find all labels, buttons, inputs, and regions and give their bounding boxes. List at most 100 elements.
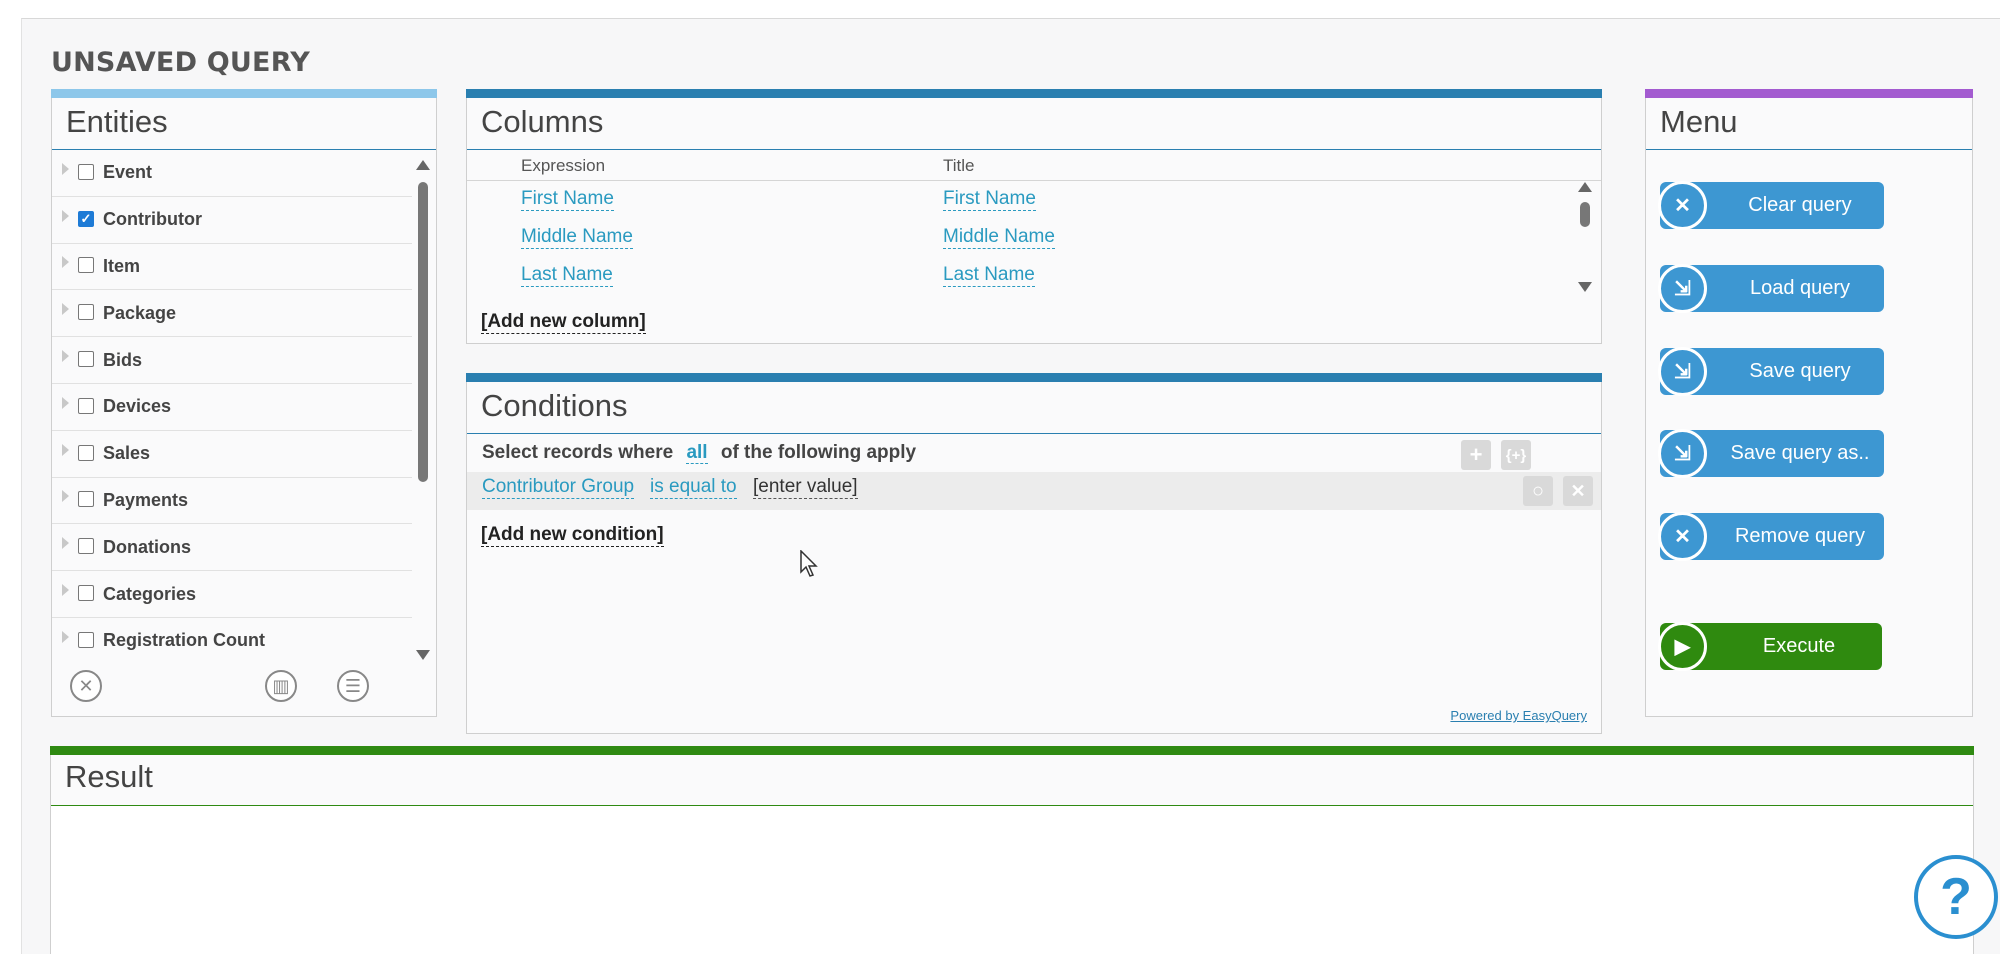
- add-columns-icon[interactable]: ▥: [265, 670, 297, 702]
- add-column-link[interactable]: [Add new column]: [481, 311, 646, 334]
- entity-item-bids[interactable]: Bids: [52, 337, 412, 384]
- entity-item-donations[interactable]: Donations: [52, 524, 412, 572]
- menu-panel: Menu ✕ Clear query ⇲ Load query ⇲ Save q…: [1645, 89, 1973, 717]
- delete-condition-icon[interactable]: ✕: [1563, 476, 1593, 506]
- entity-label: Payments: [103, 489, 189, 510]
- scroll-down-icon[interactable]: [416, 650, 430, 660]
- menu-title: Menu: [1660, 104, 1738, 139]
- entity-checkbox-checked[interactable]: ✓: [78, 210, 94, 227]
- condition-value[interactable]: [enter value]: [753, 476, 858, 499]
- scrollbar-thumb[interactable]: [1580, 202, 1590, 227]
- entity-label: Bids: [103, 349, 143, 370]
- entity-checkbox[interactable]: [78, 397, 94, 414]
- entity-checkbox[interactable]: [78, 631, 94, 648]
- columns-accent-bar: [466, 89, 1602, 98]
- condition-operator[interactable]: is equal to: [650, 476, 737, 499]
- expand-triangle-icon[interactable]: [62, 584, 69, 597]
- conditions-link-all[interactable]: all: [686, 442, 708, 464]
- expand-triangle-icon[interactable]: [62, 630, 69, 643]
- save-icon: ⇲: [1658, 347, 1707, 396]
- entity-checkbox[interactable]: [78, 585, 94, 602]
- entity-item-item[interactable]: Item: [52, 244, 412, 291]
- entity-checkbox[interactable]: [78, 257, 94, 274]
- column-title[interactable]: Last Name: [943, 264, 1035, 287]
- toggle-condition-icon[interactable]: ○: [1523, 476, 1553, 506]
- save-query-button[interactable]: ⇲ Save query: [1658, 347, 1884, 396]
- scrollbar-thumb[interactable]: [418, 182, 428, 482]
- columns-header: Expression Title: [467, 153, 1601, 181]
- entities-accent-bar: [51, 89, 437, 98]
- save-query-as-button[interactable]: ⇲ Save query as..: [1658, 429, 1884, 478]
- entity-checkbox[interactable]: [78, 304, 94, 321]
- scroll-down-icon[interactable]: [1578, 282, 1592, 292]
- columns-divider: [467, 149, 1601, 150]
- entity-item-devices[interactable]: Devices: [52, 384, 412, 431]
- expand-triangle-icon[interactable]: [62, 162, 69, 175]
- expand-triangle-icon[interactable]: [62, 350, 69, 363]
- help-button[interactable]: ?: [1914, 855, 1998, 939]
- entities-panel: Entities Event ✓ Contributor Item Packag…: [51, 89, 437, 717]
- expand-triangle-icon[interactable]: [62, 490, 69, 503]
- entity-label: Event: [103, 162, 153, 183]
- column-row: First Name First Name: [467, 182, 1571, 218]
- entities-title: Entities: [66, 104, 168, 139]
- button-label: Save query: [1749, 360, 1851, 382]
- entity-label: Donations: [103, 536, 191, 557]
- column-row: Middle Name Middle Name: [467, 220, 1571, 256]
- execute-button[interactable]: ▶ Execute: [1658, 622, 1882, 671]
- expand-triangle-icon[interactable]: [62, 303, 69, 316]
- button-label: Execute: [1762, 635, 1836, 657]
- expand-triangle-icon[interactable]: [62, 443, 69, 456]
- save-as-icon: ⇲: [1658, 429, 1707, 478]
- clear-query-button[interactable]: ✕ Clear query: [1658, 181, 1884, 230]
- entity-item-package[interactable]: Package: [52, 290, 412, 338]
- entity-item-contributor[interactable]: ✓ Contributor: [52, 197, 412, 244]
- column-expression[interactable]: Last Name: [521, 264, 613, 287]
- help-icon: ?: [1940, 868, 1972, 926]
- entity-checkbox[interactable]: [78, 163, 94, 180]
- column-expression[interactable]: First Name: [521, 188, 614, 211]
- entities-scrollbar[interactable]: [414, 160, 432, 660]
- expand-triangle-icon[interactable]: [62, 537, 69, 550]
- entity-checkbox[interactable]: [78, 538, 94, 555]
- entity-checkbox[interactable]: [78, 351, 94, 368]
- add-condition-link[interactable]: [Add new condition]: [481, 524, 664, 547]
- clear-selection-icon[interactable]: ✕: [70, 670, 102, 702]
- menu-divider: [1646, 149, 1972, 150]
- conditions-title: Conditions: [481, 388, 628, 423]
- entity-item-payments[interactable]: Payments: [52, 478, 412, 525]
- condition-field[interactable]: Contributor Group: [482, 476, 635, 499]
- expand-triangle-icon[interactable]: [62, 396, 69, 409]
- add-group-icon[interactable]: {+}: [1501, 440, 1531, 470]
- add-condition-icon[interactable]: +: [1461, 440, 1491, 470]
- entity-checkbox[interactable]: [78, 491, 94, 508]
- entities-toolbar: ✕ ▥ ☰: [52, 662, 436, 714]
- scroll-up-icon[interactable]: [1578, 182, 1592, 192]
- entity-label: Devices: [103, 396, 172, 417]
- result-title-area: [51, 755, 1973, 805]
- entity-item-registration-count[interactable]: Registration Count: [52, 618, 412, 658]
- remove-query-button[interactable]: ✕ Remove query: [1658, 512, 1884, 561]
- load-query-button[interactable]: ⇲ Load query: [1658, 264, 1884, 313]
- add-conditions-icon[interactable]: ☰: [337, 670, 369, 702]
- expand-triangle-icon[interactable]: [62, 209, 69, 222]
- button-label: Clear query: [1748, 194, 1852, 216]
- column-title[interactable]: Middle Name: [943, 226, 1055, 249]
- entity-label: Categories: [103, 583, 197, 604]
- powered-by-link[interactable]: Powered by EasyQuery: [1450, 708, 1587, 723]
- entity-item-sales[interactable]: Sales: [52, 431, 412, 478]
- entity-item-event[interactable]: Event: [52, 150, 412, 197]
- scroll-up-icon[interactable]: [416, 160, 430, 170]
- load-icon: ⇲: [1658, 264, 1707, 313]
- conditions-accent-bar: [466, 373, 1602, 382]
- entity-label: Item: [103, 255, 141, 276]
- entity-checkbox[interactable]: [78, 444, 94, 461]
- entity-item-categories[interactable]: Categories: [52, 571, 412, 618]
- button-label: Save query as..: [1730, 442, 1870, 464]
- expand-triangle-icon[interactable]: [62, 256, 69, 269]
- expression-header: Expression: [521, 156, 606, 175]
- column-expression[interactable]: Middle Name: [521, 226, 633, 249]
- query-builder-page: UNSAVED QUERY Entities Event ✓ Contribut…: [21, 18, 2000, 954]
- column-title[interactable]: First Name: [943, 188, 1036, 211]
- columns-scrollbar[interactable]: [1577, 182, 1593, 292]
